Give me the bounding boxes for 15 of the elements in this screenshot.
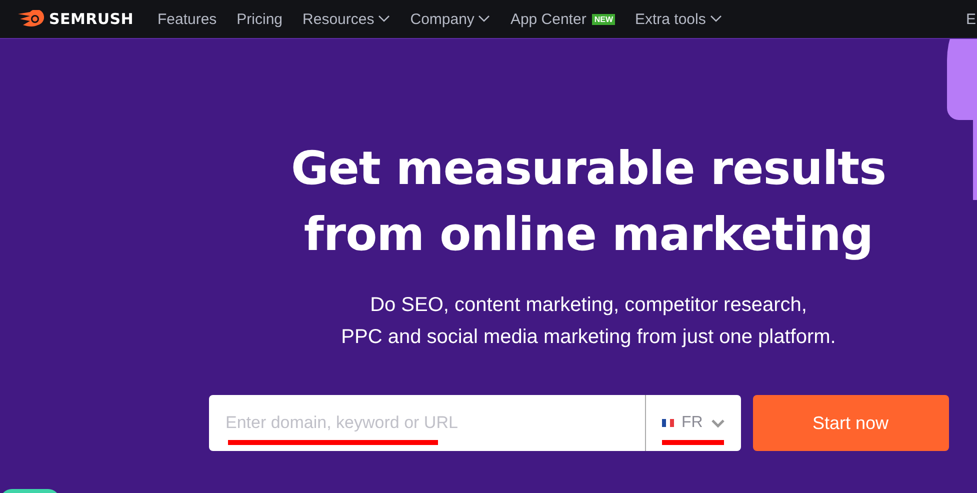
logo-text[interactable]: SEMRUSH	[49, 10, 134, 28]
nav-link[interactable]: Resources	[302, 10, 390, 28]
nav-link[interactable]: App Center NEW	[510, 10, 615, 28]
logo-icon	[18, 10, 44, 28]
new-badge: NEW	[592, 14, 615, 24]
nav-link[interactable]: Pricing	[236, 10, 283, 28]
annotation-underline	[662, 440, 724, 445]
hero-subtitle: Do SEO, content marketing, competitor research, PPC and social media marketing from just one platform.	[341, 293, 836, 350]
nav-link[interactable]: Extra tools	[635, 10, 722, 28]
flag-icon	[662, 419, 674, 427]
nav-link[interactable]: Company	[410, 10, 490, 28]
chevron-down-icon	[710, 418, 725, 428]
nav-link[interactable]: Features	[157, 10, 217, 28]
hero-title: Get measurable results from online marketing	[290, 140, 888, 263]
language-link[interactable]: E	[966, 10, 976, 28]
